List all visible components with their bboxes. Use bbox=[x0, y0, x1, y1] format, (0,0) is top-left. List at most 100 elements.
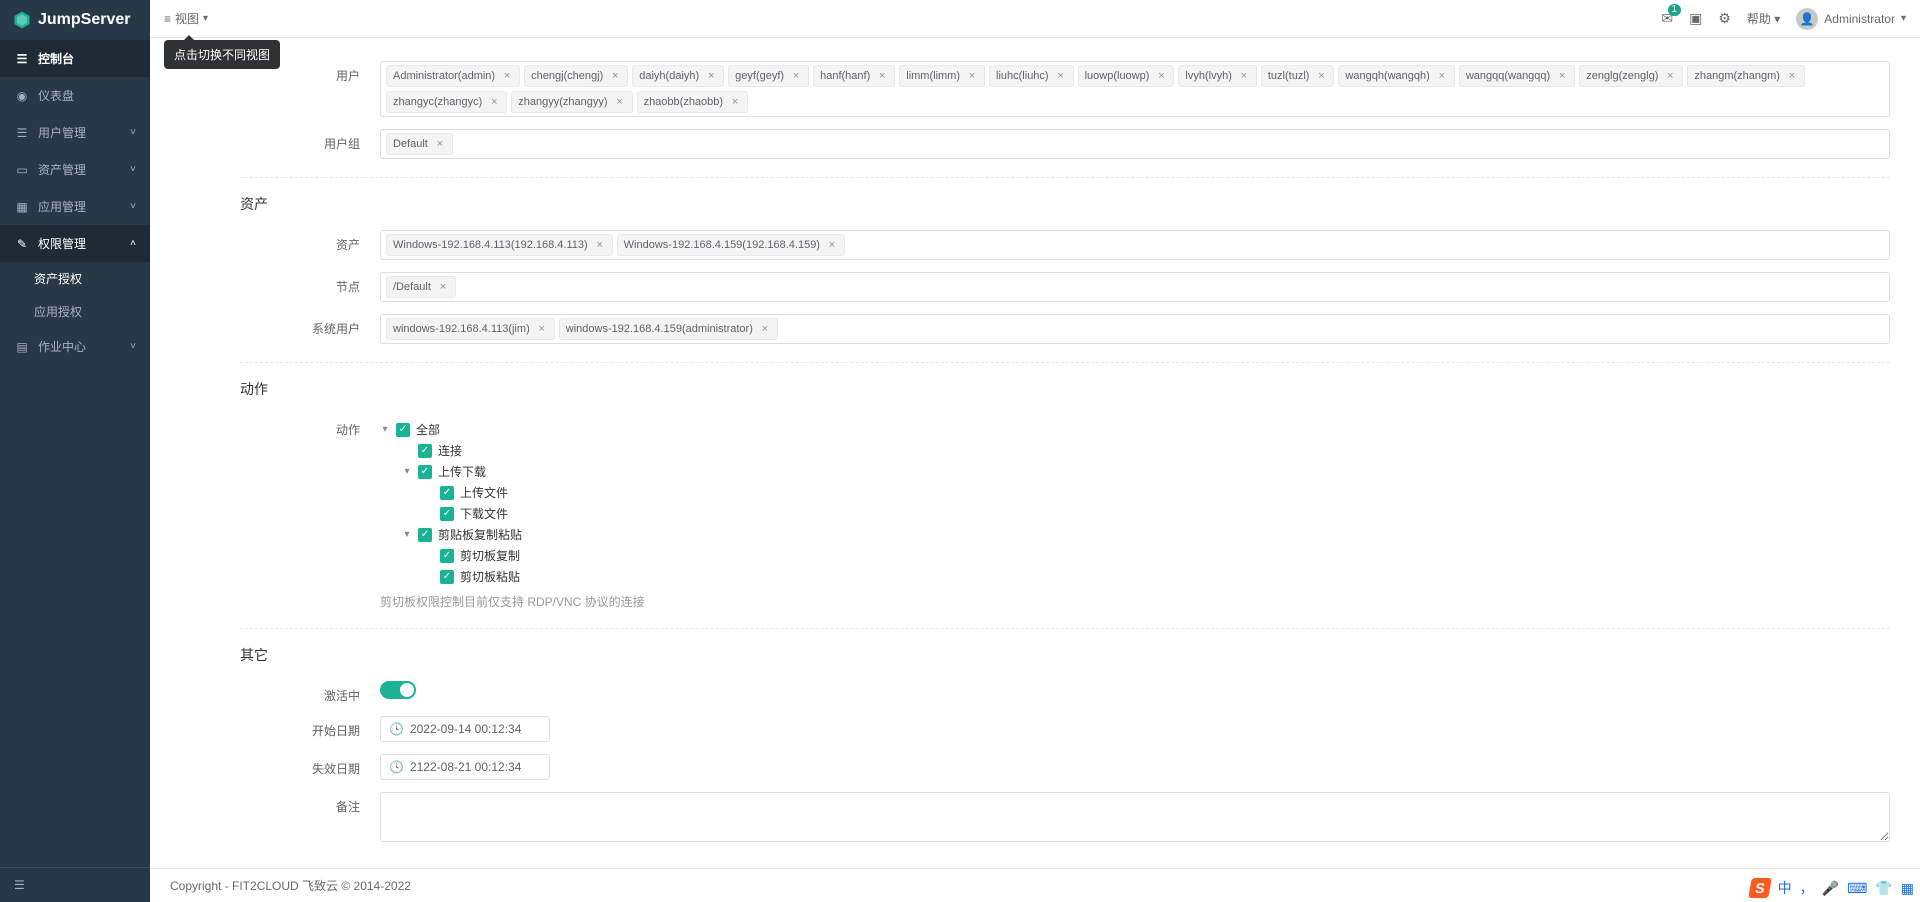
nodes-tagbox[interactable]: /Default × bbox=[380, 272, 1890, 302]
ime-punct[interactable]: ， bbox=[1800, 878, 1814, 898]
nav-label: 应用管理 bbox=[38, 198, 86, 215]
checkbox[interactable]: ✓ bbox=[440, 549, 454, 563]
checkbox[interactable]: ✓ bbox=[440, 570, 454, 584]
tree-node-download[interactable]: ✓下载文件 bbox=[424, 503, 1890, 524]
tag: windows-192.168.4.159(administrator)× bbox=[559, 318, 778, 340]
tag-remove-icon[interactable]: × bbox=[759, 323, 771, 335]
expire-date-input[interactable]: 🕓2122-08-21 00:12:34 bbox=[380, 754, 550, 780]
start-date-input[interactable]: 🕓2022-09-14 00:12:34 bbox=[380, 716, 550, 742]
ticket-icon[interactable]: ▣ bbox=[1689, 10, 1702, 27]
burger-icon: ≡ bbox=[164, 12, 171, 26]
sysusers-tagbox[interactable]: windows-192.168.4.113(jim)×windows-192.1… bbox=[380, 314, 1890, 344]
tag-remove-icon[interactable]: × bbox=[966, 70, 978, 82]
label-note: 备注 bbox=[180, 792, 380, 815]
tree-node-clip-copy[interactable]: ✓剪切板复制 bbox=[424, 545, 1890, 566]
tag: Default× bbox=[386, 133, 453, 155]
ime-mic-icon[interactable]: 🎤 bbox=[1822, 880, 1839, 897]
tag-remove-icon[interactable]: × bbox=[826, 239, 838, 251]
checkbox[interactable]: ✓ bbox=[440, 507, 454, 521]
nav-console[interactable]: ☰ 控制台 bbox=[0, 40, 150, 77]
tag-remove-icon[interactable]: × bbox=[729, 96, 741, 108]
logo[interactable]: JumpServer bbox=[0, 0, 150, 40]
label-expire: 失效日期 bbox=[180, 754, 380, 777]
tag-remove-icon[interactable]: × bbox=[609, 70, 621, 82]
tree-node-updown[interactable]: ▾✓上传下载 bbox=[402, 461, 1890, 482]
tag-remove-icon[interactable]: × bbox=[594, 239, 606, 251]
ime-bar: S 中 ， 🎤 ⌨ 👕 ▦ bbox=[1750, 878, 1914, 898]
tag-remove-icon[interactable]: × bbox=[1556, 70, 1568, 82]
nav-item-用户管理[interactable]: ☰用户管理˅ bbox=[0, 114, 150, 151]
nav-subitem-资产授权[interactable]: 资产授权 bbox=[0, 262, 150, 295]
chevron-down-icon: ˅ bbox=[130, 341, 136, 352]
caret-icon[interactable]: ▾ bbox=[402, 529, 412, 540]
tag-remove-icon[interactable]: × bbox=[501, 70, 513, 82]
caret-icon[interactable]: ▾ bbox=[380, 424, 390, 435]
ime-keyboard-icon[interactable]: ⌨ bbox=[1847, 880, 1867, 897]
checkbox[interactable]: ✓ bbox=[396, 423, 410, 437]
checkbox[interactable]: ✓ bbox=[418, 444, 432, 458]
tag-remove-icon[interactable]: × bbox=[1155, 70, 1167, 82]
tree-node-upload[interactable]: ✓上传文件 bbox=[424, 482, 1890, 503]
nav-item-权限管理[interactable]: ✎权限管理˄ bbox=[0, 225, 150, 262]
tag-label: /Default bbox=[393, 278, 431, 296]
tag-remove-icon[interactable]: × bbox=[1664, 70, 1676, 82]
nav-item-仪表盘[interactable]: ◉仪表盘 bbox=[0, 77, 150, 114]
tag-remove-icon[interactable]: × bbox=[536, 323, 548, 335]
tag-remove-icon[interactable]: × bbox=[1436, 70, 1448, 82]
tag: zhangm(zhangm) × bbox=[1687, 65, 1805, 87]
tag-remove-icon[interactable]: × bbox=[614, 96, 626, 108]
nav: ☰ 控制台 ◉仪表盘☰用户管理˅▭资产管理˅▦应用管理˅✎权限管理˄资产授权应用… bbox=[0, 40, 150, 867]
sidebar-collapse[interactable]: ☰ bbox=[0, 867, 150, 902]
nav-item-资产管理[interactable]: ▭资产管理˅ bbox=[0, 151, 150, 188]
help-dropdown[interactable]: 帮助 ▾ bbox=[1747, 10, 1780, 27]
tag-remove-icon[interactable]: × bbox=[876, 70, 888, 82]
tree-node-clipboard[interactable]: ▾✓剪贴板复制粘贴 bbox=[402, 524, 1890, 545]
tag-remove-icon[interactable]: × bbox=[790, 70, 802, 82]
view-switch[interactable]: ≡ 视图 ▾ bbox=[164, 10, 208, 27]
list-icon: ☰ bbox=[14, 52, 30, 66]
ime-toolbox-icon[interactable]: ▦ bbox=[1901, 880, 1914, 897]
tag-remove-icon[interactable]: × bbox=[1238, 70, 1250, 82]
nav-subitem-应用授权[interactable]: 应用授权 bbox=[0, 295, 150, 328]
tag: zhangyc(zhangyc)× bbox=[386, 91, 507, 113]
assets-tagbox[interactable]: Windows-192.168.4.113(192.168.4.113)×Win… bbox=[380, 230, 1890, 260]
tree-node-all[interactable]: ▾✓全部 bbox=[380, 419, 1890, 440]
active-switch[interactable] bbox=[380, 681, 416, 699]
tag-label: zhangm(zhangm) bbox=[1694, 67, 1780, 85]
note-textarea[interactable] bbox=[380, 792, 1890, 842]
nav-item-作业中心[interactable]: ▤作业中心˅ bbox=[0, 328, 150, 365]
mail-icon[interactable]: ✉1 bbox=[1661, 10, 1673, 27]
tag-remove-icon[interactable]: × bbox=[437, 281, 449, 293]
usergroups-tagbox[interactable]: Default× bbox=[380, 129, 1890, 159]
tree-node-connect[interactable]: ✓连接 bbox=[402, 440, 1890, 461]
cutoff-section-label: 用户 bbox=[180, 38, 1890, 55]
tag-remove-icon[interactable]: × bbox=[705, 70, 717, 82]
tag-label: zenglg(zenglg) bbox=[1586, 67, 1658, 85]
tree-node-clip-paste[interactable]: ✓剪切板粘贴 bbox=[424, 566, 1890, 587]
tag-label: wangqh(wangqh) bbox=[1345, 67, 1429, 85]
ime-skin-icon[interactable]: 👕 bbox=[1875, 880, 1892, 897]
chevron-down-icon: ˅ bbox=[130, 127, 136, 138]
nav-icon: ▭ bbox=[14, 163, 30, 177]
user-menu[interactable]: 👤 Administrator ▾ bbox=[1796, 8, 1906, 30]
tag-remove-icon[interactable]: × bbox=[1315, 70, 1327, 82]
content: 用户 用户 Administrator(admin)×chengj(chengj… bbox=[150, 38, 1920, 868]
nav-icon: ▤ bbox=[14, 340, 30, 354]
ime-lang[interactable]: 中 bbox=[1778, 878, 1792, 898]
tag-label: geyf(geyf) bbox=[735, 67, 784, 85]
tag-label: luowp(luowp) bbox=[1085, 67, 1150, 85]
caret-icon[interactable]: ▾ bbox=[402, 466, 412, 477]
checkbox[interactable]: ✓ bbox=[440, 486, 454, 500]
nav-icon: ◉ bbox=[14, 89, 30, 103]
users-tagbox[interactable]: Administrator(admin)×chengj(chengj)×daiy… bbox=[380, 61, 1890, 117]
nav-item-应用管理[interactable]: ▦应用管理˅ bbox=[0, 188, 150, 225]
sogou-icon[interactable]: S bbox=[1748, 878, 1772, 898]
tag-remove-icon[interactable]: × bbox=[434, 138, 446, 150]
tag-remove-icon[interactable]: × bbox=[1055, 70, 1067, 82]
gear-icon[interactable]: ⚙ bbox=[1718, 10, 1731, 27]
checkbox[interactable]: ✓ bbox=[418, 465, 432, 479]
tag-remove-icon[interactable]: × bbox=[488, 96, 500, 108]
view-label: 视图 bbox=[175, 10, 199, 27]
tag-remove-icon[interactable]: × bbox=[1786, 70, 1798, 82]
checkbox[interactable]: ✓ bbox=[418, 528, 432, 542]
